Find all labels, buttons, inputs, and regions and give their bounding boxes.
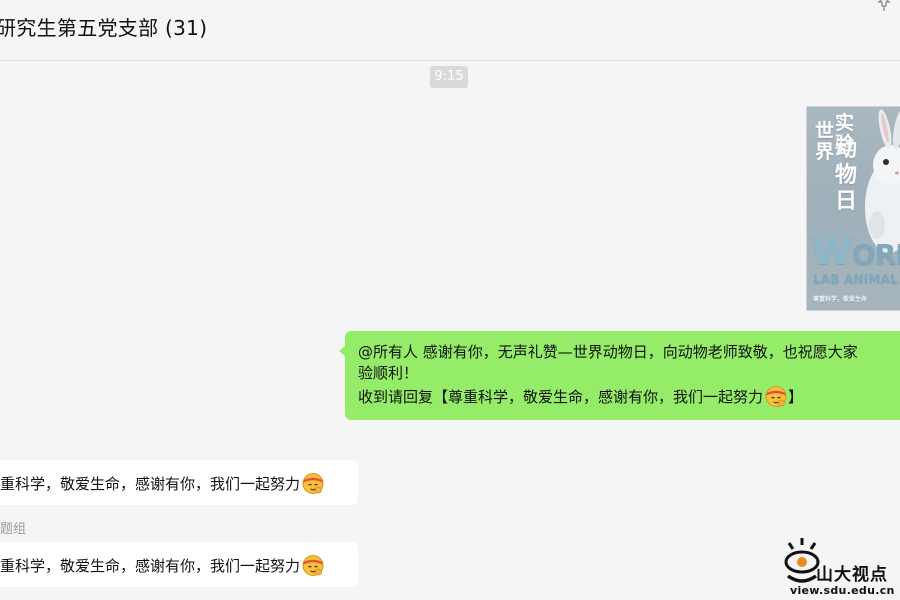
poster-lab-animal-text: LAB ANIMAL — [813, 272, 898, 286]
chat-title[interactable]: 研究生第五党支部 (31) — [0, 12, 207, 41]
watermark: 山大视点 view.sdu.edu.cn — [780, 536, 900, 600]
headband-face-emoji-icon — [302, 473, 324, 494]
poster-world-text: WORLD — [811, 229, 900, 273]
watermark-url: view.sdu.edu.cn — [790, 584, 895, 597]
message-text: 重科学，敬爱生命，感谢有你，我们一起努力 — [0, 475, 301, 493]
message-line: 重科学，敬爱生命，感谢有你，我们一起努力 — [0, 553, 325, 577]
poster-world-rest: ORLD — [851, 238, 900, 271]
poster-title-animal-day: 动物日 — [835, 137, 858, 214]
poster-caption: 尊重科学，敬爱生命 — [813, 296, 868, 303]
incoming-message-bubble[interactable]: 重科学，敬爱生命，感谢有你，我们一起努力 — [0, 460, 358, 505]
message-text: 重科学，敬爱生命，感谢有你，我们一起努力 — [0, 557, 301, 575]
pin-icon[interactable] — [876, 0, 892, 12]
watermark-name: 山大视点 — [816, 565, 888, 585]
headband-face-emoji-icon — [302, 555, 324, 576]
bubble-tail — [339, 345, 346, 357]
shared-image[interactable]: 世界 实验 动物日 WORLD LAB ANIMAL 尊重科学，敬爱生命 — [806, 106, 900, 311]
timestamp: 9:15 — [430, 66, 468, 88]
message-line: 收到请回复【尊重科学，敬爱生命，感谢有你，我们一起努力 】 — [358, 384, 803, 408]
message-text-end: 】 — [788, 388, 804, 406]
headband-face-emoji-icon — [765, 386, 787, 407]
sender-name: 题组 — [0, 522, 27, 537]
outgoing-message-bubble[interactable]: @所有人 感谢有你，无声礼赞—世界动物日，向动物老师致敬，也祝愿大家 验顺利！ … — [339, 331, 900, 420]
poster-world-initial: W — [811, 229, 853, 273]
message-line: 重科学，敬爱生命，感谢有你，我们一起努力 — [0, 471, 325, 495]
message-line: 验顺利！ — [358, 364, 419, 382]
incoming-message-bubble[interactable]: 重科学，敬爱生命，感谢有你，我们一起努力 — [0, 542, 358, 587]
message-line: @所有人 感谢有你，无声礼赞—世界动物日，向动物老师致敬，也祝愿大家 — [358, 343, 858, 361]
message-text: 收到请回复【尊重科学，敬爱生命，感谢有你，我们一起努力 — [358, 388, 764, 406]
poster-title-world: 世界 — [815, 120, 835, 163]
chat-header: 研究生第五党支部 (31) — [0, 0, 900, 61]
